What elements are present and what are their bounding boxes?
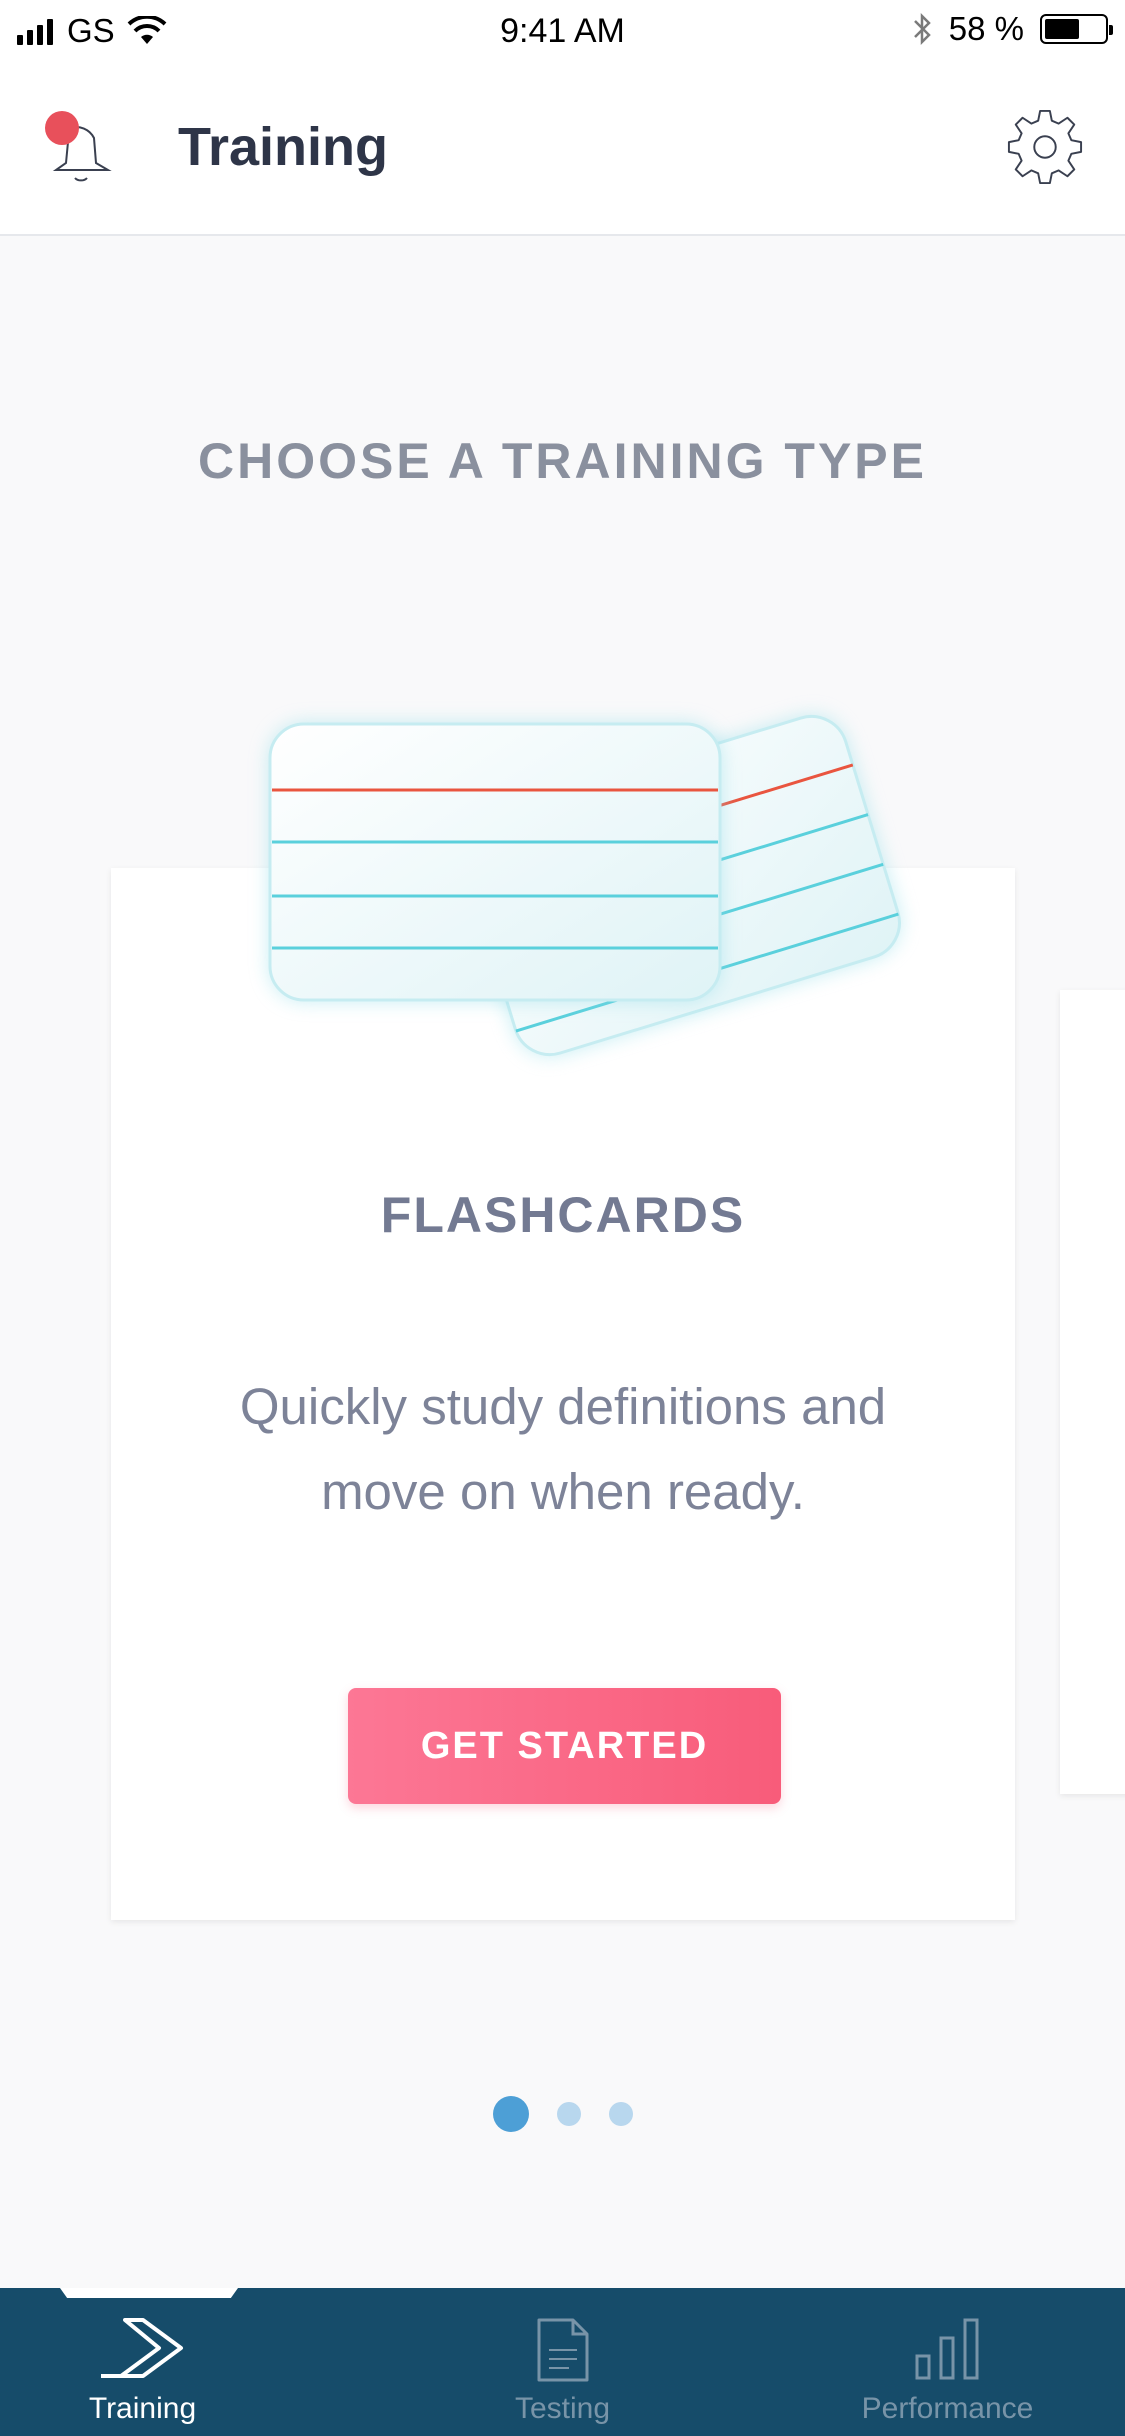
card-description: Quickly study definitions and move on wh…	[239, 1378, 887, 1520]
page-dot[interactable]	[608, 2102, 633, 2126]
tab-performance[interactable]: Performance	[805, 2288, 1090, 2436]
page-indicator	[0, 2096, 1125, 2132]
battery-icon	[1040, 14, 1113, 44]
tab-label: Performance	[861, 2392, 1034, 2425]
app-header: Training	[0, 66, 1125, 236]
battery-level	[1045, 19, 1079, 39]
battery-percent: 58 %	[948, 10, 1024, 47]
next-card-peek[interactable]	[1060, 990, 1125, 1794]
tab-training[interactable]: Training	[0, 2288, 285, 2436]
page-title: Training	[178, 117, 389, 177]
bluetooth-icon	[913, 12, 931, 46]
section-heading: CHOOSE A TRAINING TYPE	[197, 433, 927, 489]
document-icon	[537, 2318, 588, 2382]
status-bar: GS 9:41 AM 58 %	[0, 0, 1125, 66]
tab-bar: Training Testing Performance	[0, 2288, 1125, 2436]
bell-icon[interactable]	[40, 108, 120, 188]
bar-chart-icon	[915, 2318, 978, 2380]
get-started-button[interactable]: GET STARTED	[348, 1688, 781, 1804]
flashcards-illustration	[268, 714, 901, 1057]
status-right: 58 %	[911, 10, 1113, 48]
notification-dot	[45, 111, 79, 145]
tab-label: Training	[88, 2392, 197, 2425]
page-dot-active[interactable]	[492, 2096, 529, 2132]
tab-testing[interactable]: Testing	[420, 2288, 705, 2436]
tab-label: Testing	[514, 2392, 611, 2425]
page-dot[interactable]	[556, 2102, 581, 2126]
chevron-icon	[100, 2318, 183, 2378]
gear-icon[interactable]	[1006, 108, 1084, 186]
card-title: FLASHCARDS	[380, 1187, 746, 1243]
